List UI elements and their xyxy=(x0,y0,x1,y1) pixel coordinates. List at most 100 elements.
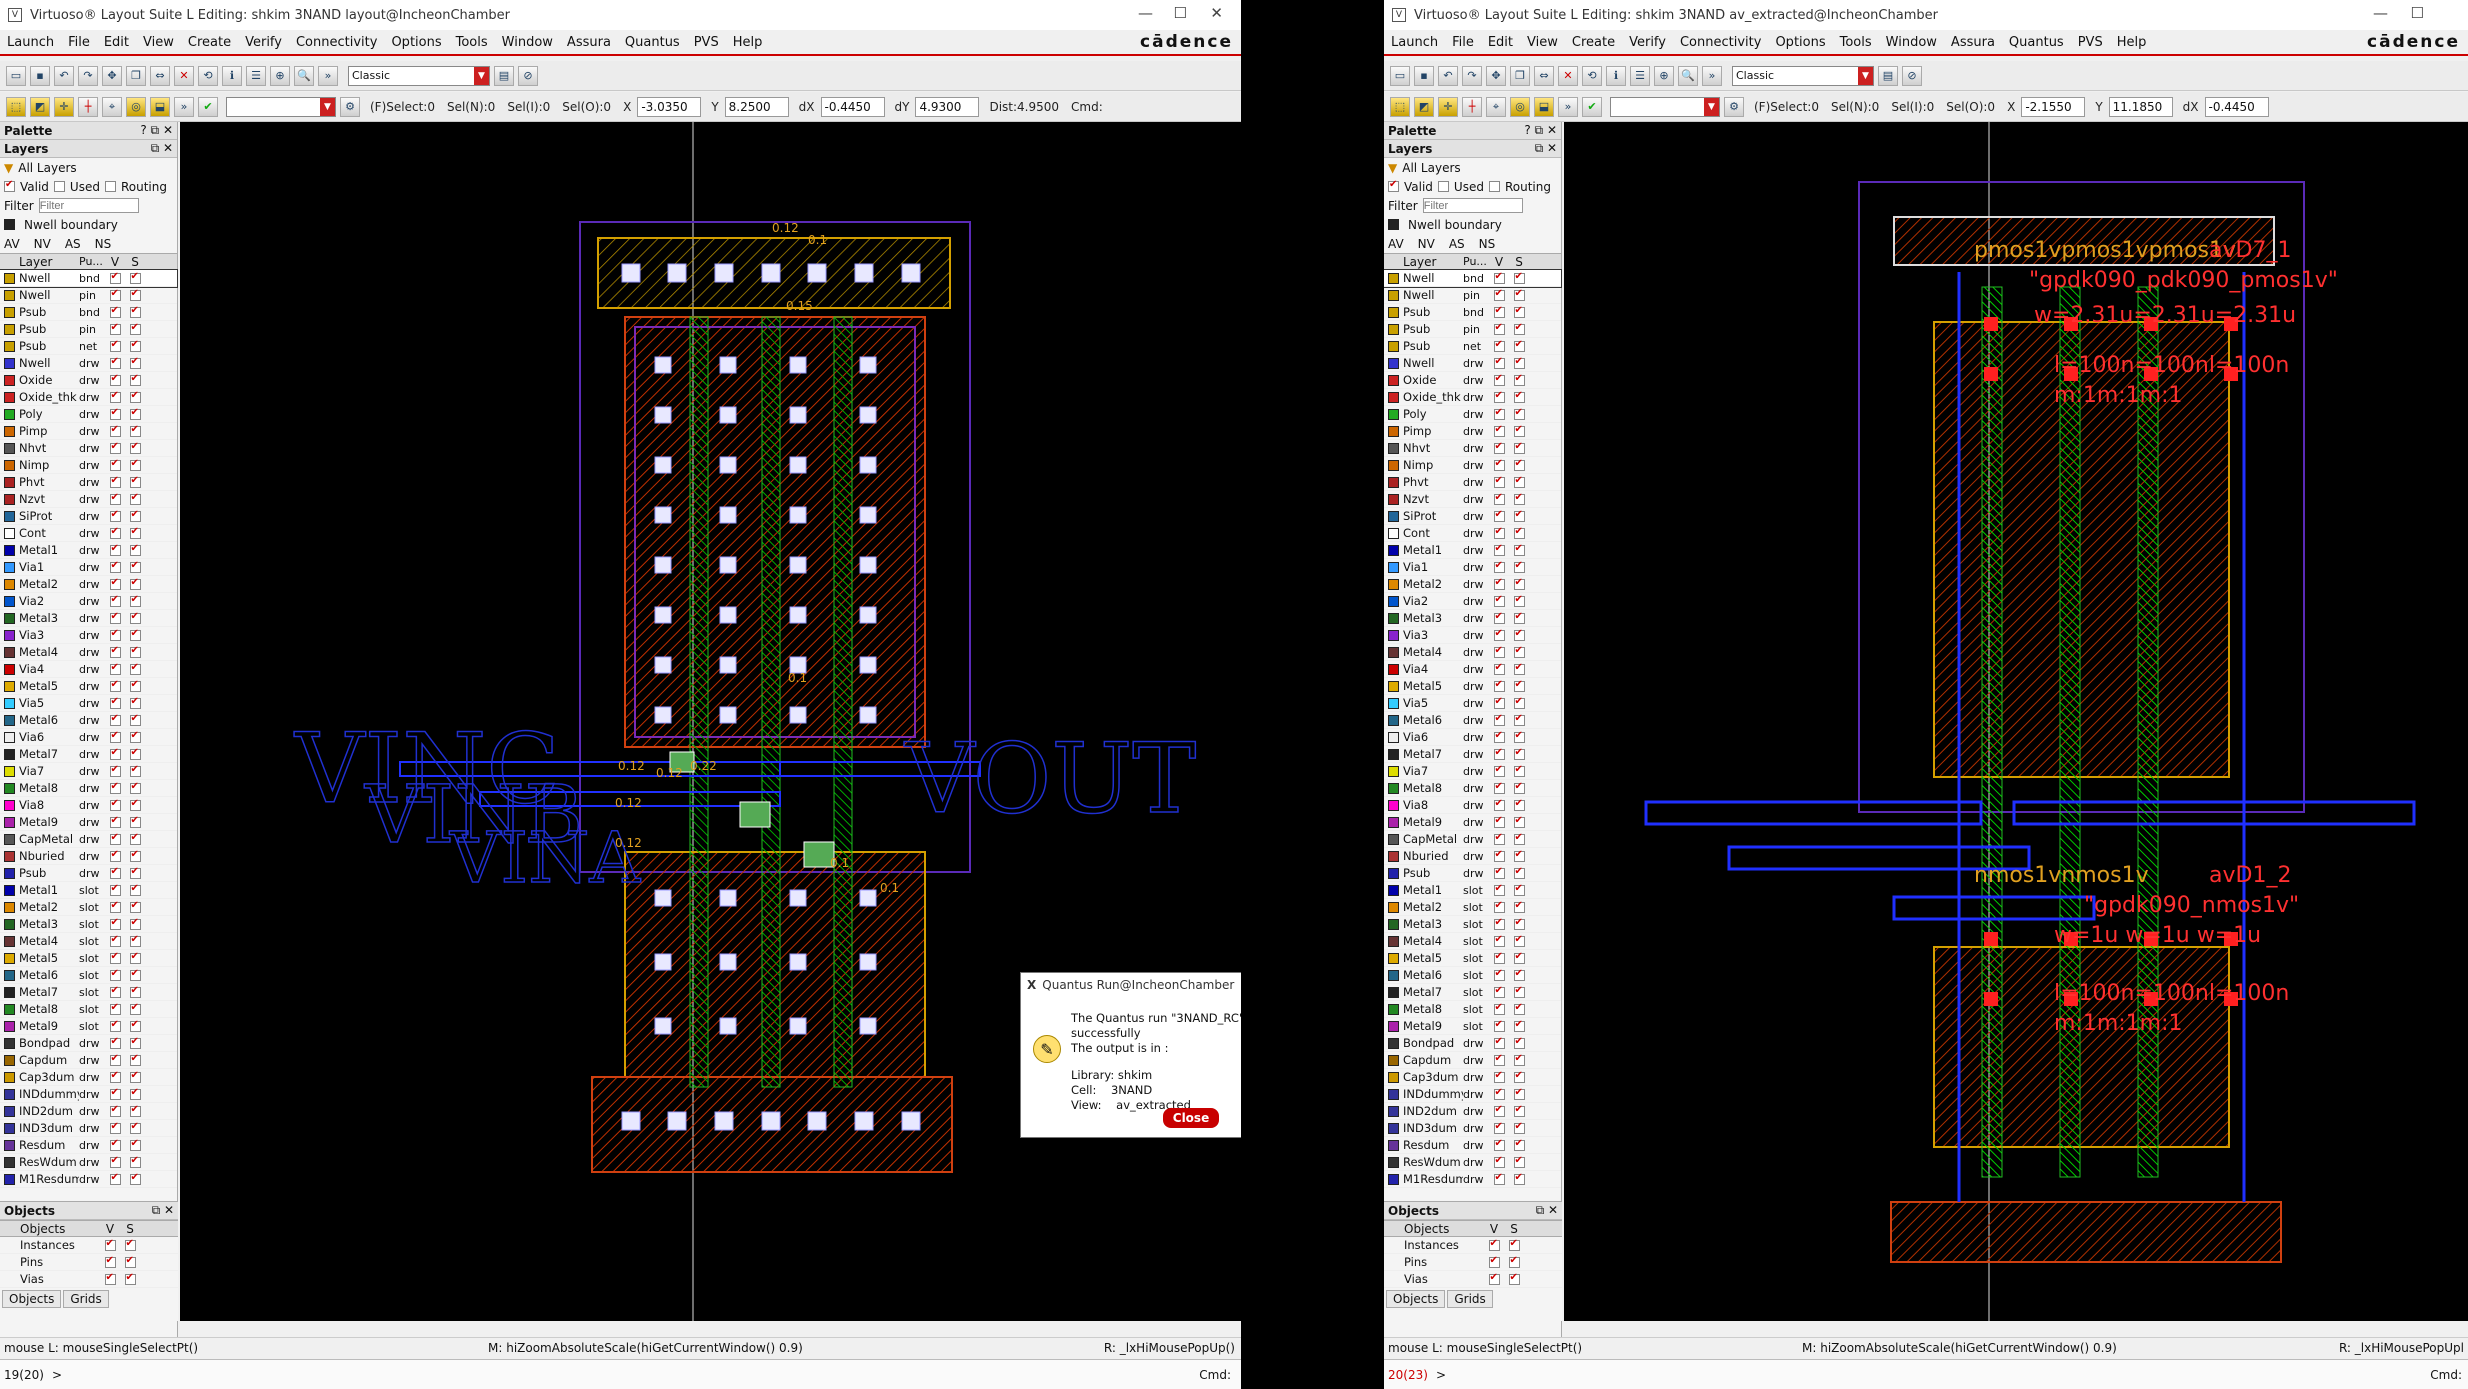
visible-checkbox[interactable] xyxy=(109,305,121,318)
layer-row[interactable]: Poly drw xyxy=(1384,406,1561,423)
minimize-button[interactable]: — xyxy=(1138,4,1153,22)
objects-instances[interactable]: Instances xyxy=(0,1237,178,1254)
layer-row[interactable]: Metal9 drw xyxy=(0,814,177,831)
visible-checkbox[interactable] xyxy=(1493,849,1505,862)
visible-checkbox[interactable] xyxy=(1493,968,1505,981)
layer-row[interactable]: Metal2 drw xyxy=(1384,576,1561,593)
selectable-checkbox[interactable] xyxy=(1513,985,1525,998)
selectable-checkbox[interactable] xyxy=(1513,798,1525,811)
layer-row[interactable]: IND3dum drw xyxy=(1384,1120,1561,1137)
current-layer[interactable]: Nwell boundary xyxy=(1384,215,1561,234)
layer-row[interactable]: Oxide_thk drw xyxy=(0,389,177,406)
layer-row[interactable]: Metal9 drw xyxy=(1384,814,1561,831)
selectable-checkbox[interactable] xyxy=(129,900,141,913)
selectable-checkbox[interactable] xyxy=(129,594,141,607)
visible-checkbox[interactable] xyxy=(1493,1172,1505,1185)
visible-checkbox[interactable] xyxy=(109,628,121,641)
selectable-checkbox[interactable] xyxy=(1513,832,1525,845)
selectable-checkbox[interactable] xyxy=(1513,373,1525,386)
layer-row[interactable]: Metal6 slot xyxy=(0,967,177,984)
selectable-checkbox[interactable] xyxy=(129,832,141,845)
visible-checkbox[interactable] xyxy=(109,1036,121,1049)
visible-checkbox[interactable] xyxy=(109,407,121,420)
visible-checkbox[interactable] xyxy=(109,968,121,981)
selectable-checkbox[interactable] xyxy=(129,407,141,420)
selectable-checkbox[interactable] xyxy=(129,713,141,726)
layer-row[interactable]: Metal4 slot xyxy=(0,933,177,950)
layer-row[interactable]: SiProt drw xyxy=(1384,508,1561,525)
selectable-checkbox[interactable] xyxy=(129,577,141,590)
layer-row[interactable]: Metal1 drw xyxy=(0,542,177,559)
snap-icon[interactable]: ✛ xyxy=(1438,96,1458,117)
layer-row[interactable]: Metal1 slot xyxy=(0,882,177,899)
visible-checkbox[interactable] xyxy=(1493,1104,1505,1117)
selectable-checkbox[interactable] xyxy=(129,781,141,794)
move-icon[interactable]: ✥ xyxy=(102,65,122,86)
layer-icon[interactable]: ⬓ xyxy=(150,96,170,117)
layer-row[interactable]: Via1 drw xyxy=(0,559,177,576)
visible-checkbox[interactable] xyxy=(1493,883,1505,896)
selectable-checkbox[interactable] xyxy=(129,815,141,828)
visible-checkbox[interactable] xyxy=(1493,815,1505,828)
selectable-checkbox[interactable] xyxy=(129,985,141,998)
layer-row[interactable]: Nwell drw xyxy=(0,355,177,372)
visible-checkbox[interactable] xyxy=(1493,390,1505,403)
layer-row[interactable]: Psub bnd xyxy=(1384,304,1561,321)
visible-checkbox[interactable] xyxy=(1493,866,1505,879)
delete-icon[interactable]: ✕ xyxy=(1558,65,1578,86)
selectable-checkbox[interactable] xyxy=(129,628,141,641)
visible-checkbox[interactable] xyxy=(1493,730,1505,743)
layer-row[interactable]: Cap3dum drw xyxy=(0,1069,177,1086)
layer-row[interactable]: Metal1 drw xyxy=(1384,542,1561,559)
layer-row[interactable]: Cont drw xyxy=(1384,525,1561,542)
current-layer[interactable]: Nwell boundary xyxy=(0,215,177,234)
hierarchy-icon[interactable]: ☰ xyxy=(1630,65,1650,86)
selectable-checkbox[interactable] xyxy=(129,1172,141,1185)
visible-checkbox[interactable] xyxy=(109,798,121,811)
layer-row[interactable]: Via8 drw xyxy=(0,797,177,814)
layer-row[interactable]: Metal4 drw xyxy=(0,644,177,661)
layer-row[interactable]: Poly drw xyxy=(0,406,177,423)
layer-row[interactable]: IND2dum drw xyxy=(1384,1103,1561,1120)
visible-checkbox[interactable] xyxy=(1493,1138,1505,1151)
layer-icon[interactable]: ⬓ xyxy=(1534,96,1554,117)
av-toggle[interactable]: AV xyxy=(4,237,20,251)
layer-row[interactable]: INDdummy drw xyxy=(0,1086,177,1103)
zoom-fit-icon[interactable]: ⊕ xyxy=(270,65,290,86)
layer-row[interactable]: Nhvt drw xyxy=(1384,440,1561,457)
menu-options[interactable]: Options xyxy=(1768,35,1832,50)
layer-row[interactable]: Cont drw xyxy=(0,525,177,542)
selectable-checkbox[interactable] xyxy=(1513,628,1525,641)
menu-help[interactable]: Help xyxy=(2110,35,2154,50)
layer-row[interactable]: Via6 drw xyxy=(1384,729,1561,746)
drc-icon[interactable]: ✔ xyxy=(1582,96,1602,117)
layer-row[interactable]: Metal5 slot xyxy=(1384,950,1561,967)
layer-row[interactable]: Via5 drw xyxy=(1384,695,1561,712)
nv-toggle[interactable]: NV xyxy=(34,237,51,251)
visible-checkbox[interactable] xyxy=(1493,628,1505,641)
layer-row[interactable]: Psub pin xyxy=(1384,321,1561,338)
visible-checkbox[interactable] xyxy=(1493,339,1505,352)
selectable-checkbox[interactable] xyxy=(129,611,141,624)
menu-quantus[interactable]: Quantus xyxy=(2002,35,2071,50)
visible-checkbox[interactable] xyxy=(1493,985,1505,998)
visible-checkbox[interactable] xyxy=(1493,1121,1505,1134)
layer-row[interactable]: Phvt drw xyxy=(0,474,177,491)
partial-select-icon[interactable]: ◩ xyxy=(30,96,50,117)
used-checkbox[interactable] xyxy=(53,181,65,192)
selectable-checkbox[interactable] xyxy=(1513,441,1525,454)
save-icon[interactable]: ▪ xyxy=(1414,65,1434,86)
close-icon[interactable]: ⧉ ✕ xyxy=(1536,1203,1558,1218)
selectable-checkbox[interactable] xyxy=(129,458,141,471)
layer-row[interactable]: Phvt drw xyxy=(1384,474,1561,491)
layer-row[interactable]: IND2dum drw xyxy=(0,1103,177,1120)
layer-row[interactable]: Nzvt drw xyxy=(1384,491,1561,508)
selectable-checkbox[interactable] xyxy=(1513,815,1525,828)
menu-view[interactable]: View xyxy=(1520,35,1565,50)
menu-window[interactable]: Window xyxy=(1879,35,1944,50)
layer-row[interactable]: Metal5 drw xyxy=(1384,678,1561,695)
selectable-checkbox[interactable] xyxy=(129,883,141,896)
visible-checkbox[interactable] xyxy=(1493,713,1505,726)
visible-checkbox[interactable] xyxy=(109,645,121,658)
delete-icon[interactable]: ✕ xyxy=(174,65,194,86)
